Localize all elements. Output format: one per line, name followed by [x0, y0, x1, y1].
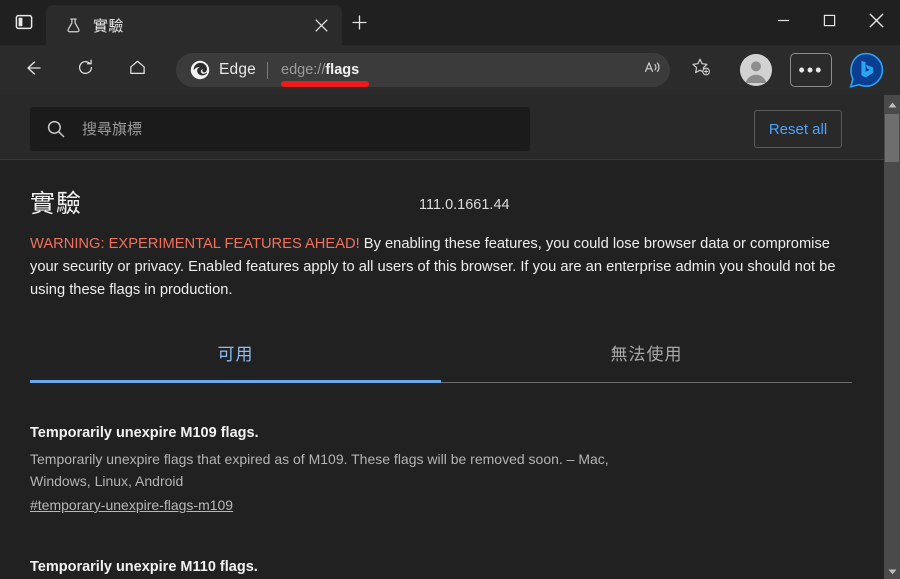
search-input[interactable] — [80, 119, 518, 139]
flask-icon — [64, 16, 82, 34]
minimize-icon — [777, 14, 790, 32]
profile-button[interactable] — [740, 54, 772, 86]
url-text[interactable]: edge:// flags — [281, 62, 369, 87]
tab-actions-button[interactable] — [8, 7, 40, 37]
tab-available-label: 可用 — [217, 345, 254, 364]
tab-title: 實驗 — [93, 17, 124, 35]
flag-name: Temporarily unexpire M110 flags. — [30, 559, 258, 575]
scroll-down-arrow-icon — [888, 562, 897, 579]
version-label: 111.0.1661.44 — [419, 197, 510, 213]
refresh-button[interactable] — [68, 53, 102, 87]
experimental-warning: WARNING: EXPERIMENTAL FEATURES AHEAD! By… — [30, 233, 842, 302]
bing-chat-icon — [848, 52, 884, 92]
maximize-icon — [823, 14, 836, 32]
browser-window: 實驗 Edge edge:// flags ••• 搜尋旗標 Reset all… — [0, 0, 900, 579]
tab-close-button[interactable] — [308, 12, 334, 38]
add-favorite-icon — [691, 57, 712, 83]
flags-content: 實驗 111.0.1661.44 WARNING: EXPERIMENTAL F… — [0, 161, 884, 579]
window-controls — [760, 0, 900, 45]
scroll-up-arrow-icon — [888, 95, 897, 113]
title-bar: 實驗 — [0, 0, 900, 45]
home-button[interactable] — [120, 53, 154, 87]
tab-available[interactable]: 可用 — [30, 337, 441, 383]
maximize-button[interactable] — [806, 0, 852, 45]
back-arrow-icon — [23, 58, 43, 83]
browser-toolbar: Edge edge:// flags — [0, 45, 900, 95]
scrollbar-down-button[interactable] — [884, 562, 900, 579]
read-aloud-button[interactable] — [636, 53, 670, 87]
refresh-icon — [76, 58, 95, 82]
tab-unavailable-label: 無法使用 — [610, 345, 683, 364]
settings-and-more-button[interactable]: ••• — [790, 53, 832, 87]
flag-name: Temporarily unexpire M109 flags. — [30, 425, 259, 441]
profile-avatar-icon — [740, 54, 772, 86]
page-title: 實驗 — [30, 190, 83, 218]
plus-icon — [351, 15, 367, 35]
search-flags-box[interactable] — [30, 107, 530, 151]
flag-anchor-link[interactable]: #temporary-unexpire-flags-m109 — [30, 497, 233, 513]
address-bar[interactable]: Edge edge:// flags — [176, 53, 670, 87]
flag-entry-m110: Temporarily unexpire M110 flags. — [30, 559, 258, 575]
back-button[interactable] — [16, 53, 50, 87]
omnibox-divider — [267, 61, 268, 79]
warning-highlight: WARNING: EXPERIMENTAL FEATURES AHEAD! — [30, 236, 360, 252]
read-aloud-icon — [643, 58, 663, 83]
search-icon — [46, 119, 66, 139]
flag-description: Temporarily unexpire flags that expired … — [30, 451, 609, 489]
url-scheme: edge:// — [281, 62, 326, 78]
close-icon — [869, 13, 884, 33]
url-host: flags — [325, 62, 360, 78]
more-dots-icon: ••• — [798, 60, 824, 80]
tab-unavailable[interactable]: 無法使用 — [441, 337, 852, 383]
annotation-underline — [281, 81, 369, 87]
add-favorite-button[interactable] — [684, 53, 718, 87]
browser-tab[interactable]: 實驗 — [46, 5, 342, 45]
reset-all-label: Reset all — [768, 120, 828, 138]
reset-all-button[interactable]: Reset all — [754, 110, 842, 148]
flags-tab-list: 可用 無法使用 — [30, 337, 852, 383]
tab-active-indicator — [30, 380, 441, 383]
scrollbar-up-button[interactable] — [884, 95, 900, 112]
flags-search-header: Reset all — [0, 95, 884, 160]
window-close-button[interactable] — [852, 0, 900, 45]
edge-label: Edge — [219, 61, 256, 78]
split-screen-icon — [15, 13, 33, 31]
edge-logo-icon — [190, 60, 210, 80]
scrollbar-thumb[interactable] — [885, 114, 899, 162]
home-icon — [128, 58, 147, 82]
flag-entry-m109: Temporarily unexpire M109 flags. Tempora… — [30, 425, 640, 515]
new-tab-button[interactable] — [345, 12, 373, 38]
minimize-button[interactable] — [760, 0, 806, 45]
bing-chat-button[interactable] — [848, 52, 884, 88]
page-content: Reset all 實驗 111.0.1661.44 WARNING: EXPE… — [0, 95, 884, 579]
page-scrollbar[interactable] — [884, 95, 900, 579]
